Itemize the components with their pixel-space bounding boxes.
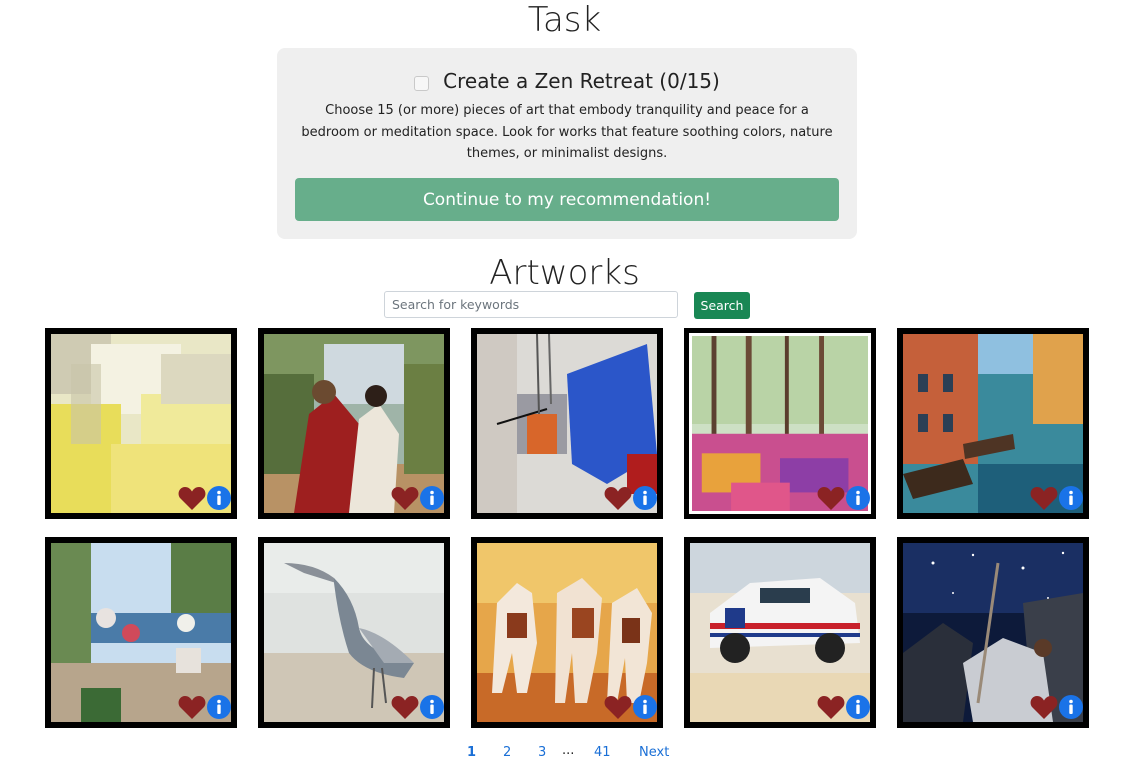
artworks-heading: Artworks xyxy=(489,253,640,293)
favorite-heart-icon[interactable] xyxy=(1030,694,1058,720)
favorite-heart-icon[interactable] xyxy=(178,694,206,720)
favorite-heart-icon[interactable] xyxy=(391,694,419,720)
page-3-link[interactable]: 3 xyxy=(538,745,546,760)
page-41-link[interactable]: 41 xyxy=(594,745,611,760)
favorite-heart-icon[interactable] xyxy=(1030,485,1058,511)
artwork-card[interactable] xyxy=(897,328,1089,519)
continue-button[interactable]: Continue to my recommendation! xyxy=(295,178,839,221)
next-page-link[interactable]: Next xyxy=(639,745,669,760)
info-icon[interactable] xyxy=(633,486,657,510)
artwork-card[interactable] xyxy=(471,537,663,728)
artwork-card[interactable] xyxy=(258,537,450,728)
task-panel: Create a Zen Retreat (0/15) Choose 15 (o… xyxy=(277,48,857,239)
task-heading: Task xyxy=(527,0,602,40)
info-icon[interactable] xyxy=(207,695,231,719)
search-input[interactable] xyxy=(384,291,678,318)
artwork-card[interactable] xyxy=(45,328,237,519)
info-icon[interactable] xyxy=(846,695,870,719)
artwork-card[interactable] xyxy=(471,328,663,519)
info-icon[interactable] xyxy=(420,486,444,510)
info-icon[interactable] xyxy=(420,695,444,719)
artwork-card[interactable] xyxy=(684,537,876,728)
favorite-heart-icon[interactable] xyxy=(817,485,845,511)
favorite-heart-icon[interactable] xyxy=(178,485,206,511)
favorite-heart-icon[interactable] xyxy=(604,485,632,511)
favorite-heart-icon[interactable] xyxy=(817,694,845,720)
task-description: Choose 15 (or more) pieces of art that e… xyxy=(301,103,833,161)
info-icon[interactable] xyxy=(1059,695,1083,719)
artwork-card[interactable] xyxy=(684,328,876,519)
page-2-link[interactable]: 2 xyxy=(503,745,511,760)
artwork-card[interactable] xyxy=(45,537,237,728)
info-icon[interactable] xyxy=(207,486,231,510)
task-checkbox[interactable] xyxy=(414,75,430,91)
artwork-card[interactable] xyxy=(258,328,450,519)
task-title: Create a Zen Retreat (0/15) xyxy=(443,69,720,93)
task-title-row: Create a Zen Retreat (0/15) xyxy=(277,66,857,96)
page-1-link[interactable]: 1 xyxy=(467,745,476,760)
pagination: 1 2 3 ... 41 Next xyxy=(0,743,1129,765)
favorite-heart-icon[interactable] xyxy=(391,485,419,511)
artwork-card[interactable] xyxy=(897,537,1089,728)
info-icon[interactable] xyxy=(846,486,870,510)
search-button[interactable]: Search xyxy=(694,292,750,319)
info-icon[interactable] xyxy=(1059,486,1083,510)
page-ellipsis: ... xyxy=(562,743,575,758)
favorite-heart-icon[interactable] xyxy=(604,694,632,720)
info-icon[interactable] xyxy=(633,695,657,719)
